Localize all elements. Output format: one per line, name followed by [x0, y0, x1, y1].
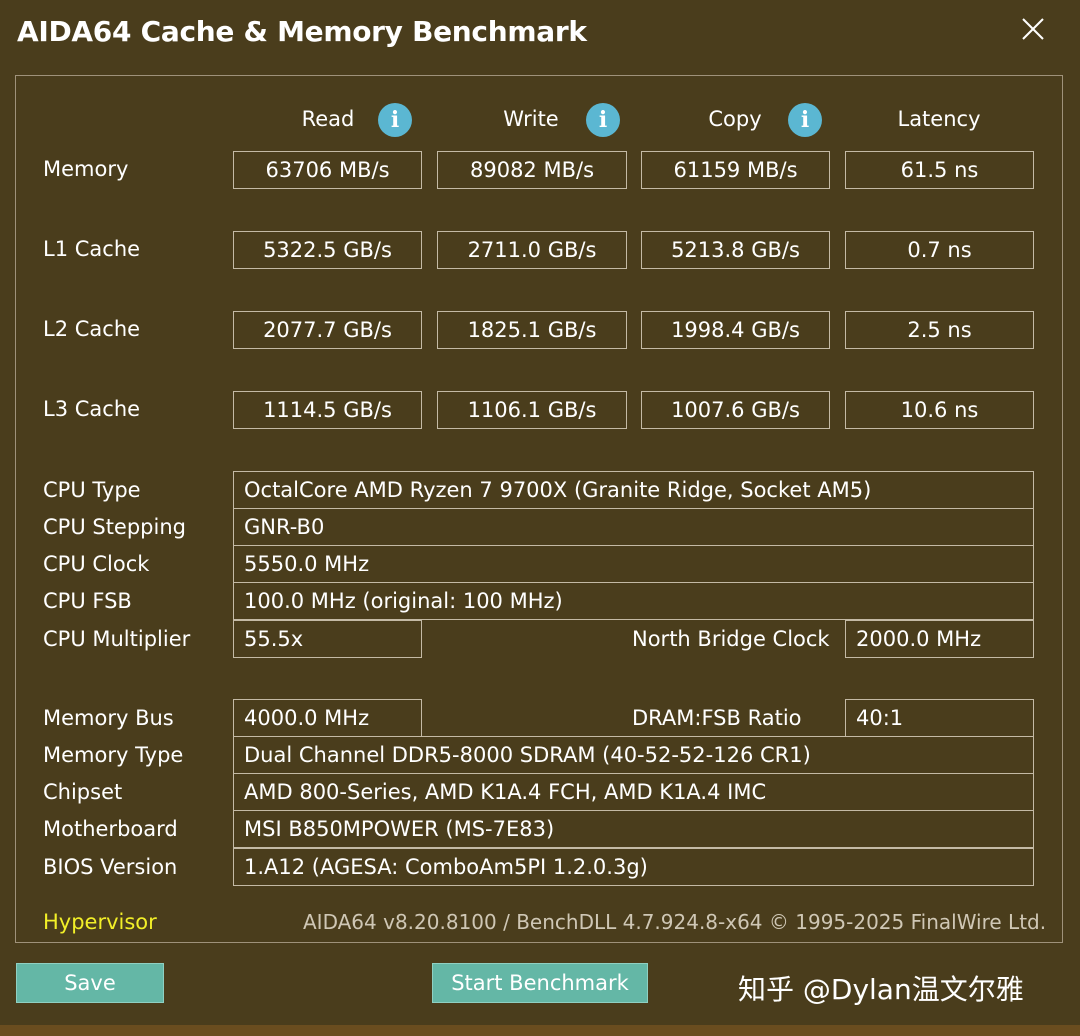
l2-copy-value: 1998.4 GB/s — [641, 311, 830, 349]
memory-read-value: 63706 MB/s — [233, 151, 422, 189]
cpu-stepping-value: GNR-B0 — [233, 508, 1034, 546]
cpu-clock-value: 5550.0 MHz — [233, 545, 1034, 583]
bios-version-value: 1.A12 (AGESA: ComboAm5PI 1.2.0.3g) — [233, 848, 1034, 886]
l1-read-value: 5322.5 GB/s — [233, 231, 422, 269]
memory-latency-value: 61.5 ns — [845, 151, 1034, 189]
close-icon — [1022, 18, 1044, 40]
dram-fsb-ratio-value: 40:1 — [845, 699, 1034, 737]
cpu-stepping-label: CPU Stepping — [43, 515, 186, 539]
l2-write-value: 1825.1 GB/s — [437, 311, 627, 349]
cpu-multiplier-value: 55.5x — [233, 620, 422, 658]
l3-read-value: 1114.5 GB/s — [233, 391, 422, 429]
memory-bus-label: Memory Bus — [43, 706, 174, 730]
version-footer: AIDA64 v8.20.8100 / BenchDLL 4.7.924.8-x… — [303, 910, 1047, 934]
l2-latency-value: 2.5 ns — [845, 311, 1034, 349]
motherboard-label: Motherboard — [43, 817, 178, 841]
l1-latency-value: 0.7 ns — [845, 231, 1034, 269]
l3-write-value: 1106.1 GB/s — [437, 391, 627, 429]
column-header-write: Write — [503, 107, 559, 131]
column-header-latency: Latency — [897, 107, 981, 131]
l3-copy-value: 1007.6 GB/s — [641, 391, 830, 429]
l3-latency-value: 10.6 ns — [845, 391, 1034, 429]
window-title: AIDA64 Cache & Memory Benchmark — [17, 15, 587, 48]
cpu-clock-label: CPU Clock — [43, 552, 150, 576]
chipset-value: AMD 800-Series, AMD K1A.4 FCH, AMD K1A.4… — [233, 773, 1034, 811]
hypervisor-label: Hypervisor — [43, 910, 157, 934]
bottom-border — [0, 1025, 1080, 1036]
memory-write-value: 89082 MB/s — [437, 151, 627, 189]
info-icon[interactable]: i — [586, 103, 620, 137]
dram-fsb-ratio-label: DRAM:FSB Ratio — [632, 706, 802, 730]
cpu-type-value: OctalCore AMD Ryzen 7 9700X (Granite Rid… — [233, 471, 1034, 509]
row-label-memory: Memory — [43, 157, 129, 181]
column-header-read: Read — [301, 107, 355, 131]
info-glyph: i — [598, 107, 608, 133]
watermark-text: 知乎 @Dylan温文尔雅 — [738, 973, 1024, 1006]
row-label-l1-cache: L1 Cache — [43, 237, 141, 261]
column-header-copy: Copy — [708, 107, 762, 131]
memory-bus-value: 4000.0 MHz — [233, 699, 422, 737]
info-icon[interactable]: i — [788, 103, 822, 137]
row-label-l3-cache: L3 Cache — [43, 397, 141, 421]
chipset-label: Chipset — [43, 780, 123, 804]
info-glyph: i — [390, 107, 400, 133]
l1-write-value: 2711.0 GB/s — [437, 231, 627, 269]
cpu-type-label: CPU Type — [43, 478, 141, 502]
north-bridge-clock-value: 2000.0 MHz — [845, 620, 1034, 658]
close-button[interactable] — [1012, 12, 1052, 48]
l2-read-value: 2077.7 GB/s — [233, 311, 422, 349]
cpu-fsb-value: 100.0 MHz (original: 100 MHz) — [233, 582, 1034, 620]
cpu-fsb-label: CPU FSB — [43, 589, 132, 613]
info-glyph: i — [800, 107, 810, 133]
row-label-l2-cache: L2 Cache — [43, 317, 141, 341]
memory-type-value: Dual Channel DDR5-8000 SDRAM (40-52-52-1… — [233, 736, 1034, 774]
motherboard-value: MSI B850MPOWER (MS-7E83) — [233, 810, 1034, 848]
memory-type-label: Memory Type — [43, 743, 184, 767]
memory-copy-value: 61159 MB/s — [641, 151, 830, 189]
cpu-multiplier-label: CPU Multiplier — [43, 627, 191, 651]
north-bridge-clock-label: North Bridge Clock — [632, 627, 830, 651]
info-icon[interactable]: i — [378, 103, 412, 137]
l1-copy-value: 5213.8 GB/s — [641, 231, 830, 269]
save-button[interactable]: Save — [16, 963, 164, 1003]
start-benchmark-button[interactable]: Start Benchmark — [432, 963, 648, 1003]
bios-version-label: BIOS Version — [43, 855, 178, 879]
